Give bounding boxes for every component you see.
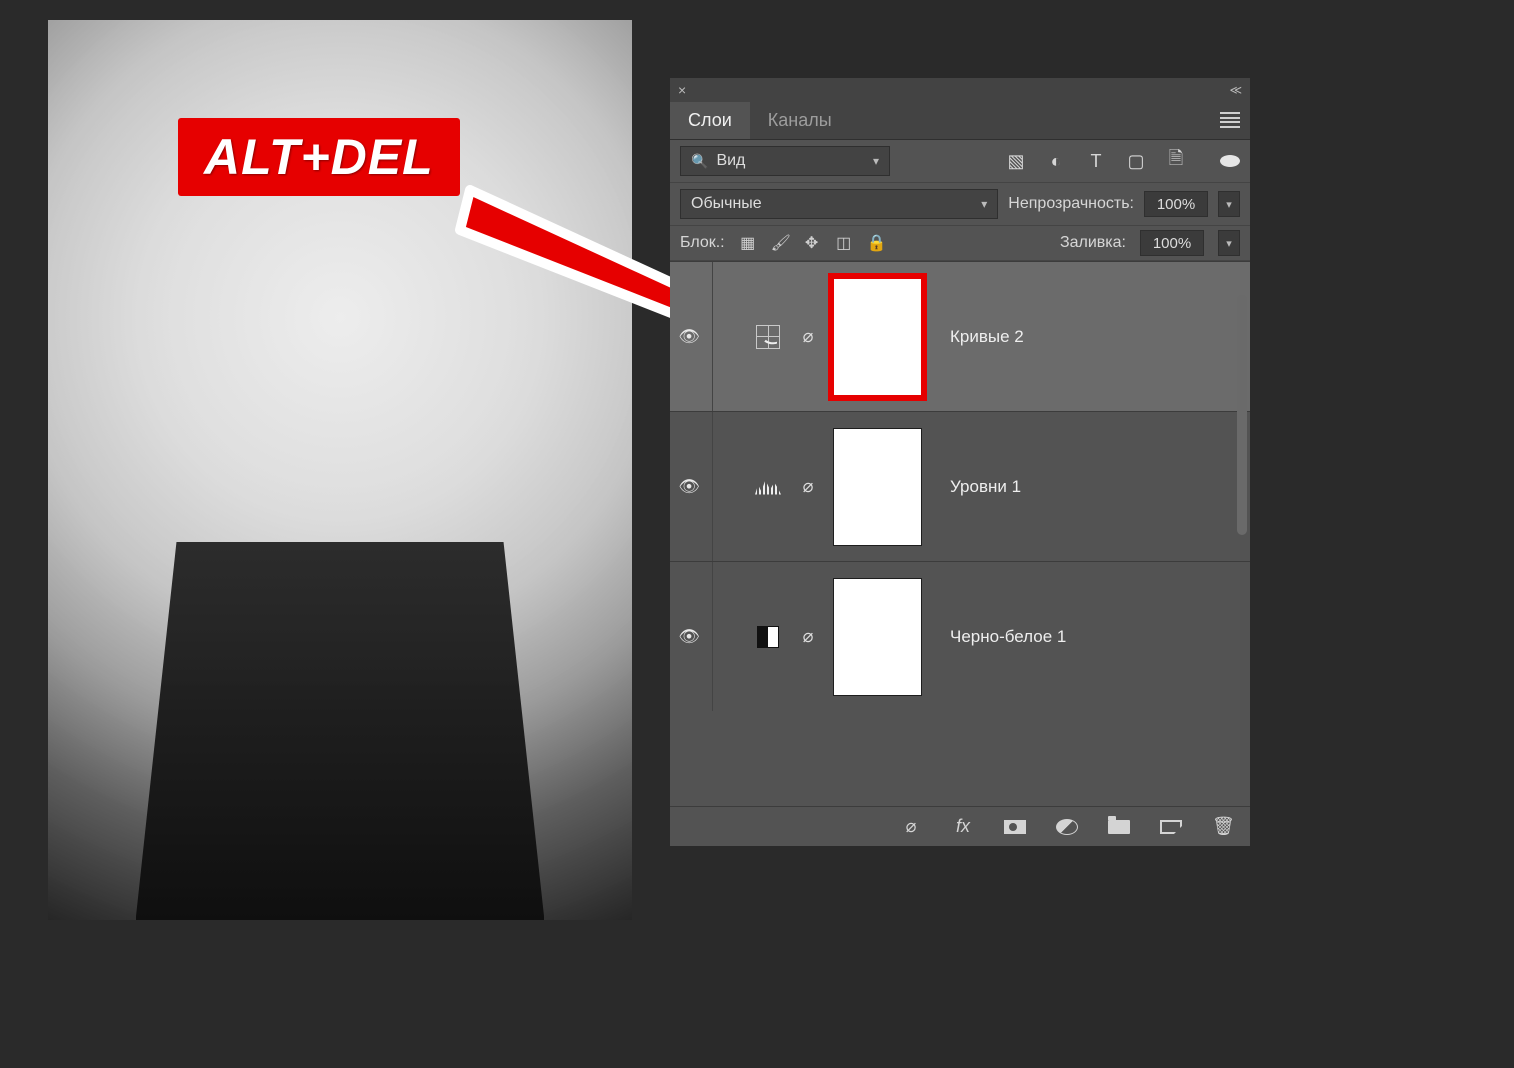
mask-link-icon[interactable]: ⌀ [799,321,817,353]
layer-name[interactable]: Кривые 2 [950,327,1024,347]
layer-filter-icons: ▧ ◐ T ▢ 🗎 [1006,146,1240,176]
panel-titlebar: × ≪ [670,78,1250,102]
new-layer-icon[interactable] [1160,820,1182,834]
filter-type-icon[interactable]: T [1086,151,1106,172]
lock-pixels-icon[interactable]: ▦ [739,233,757,253]
panel-footer: ⌀ fx 🗑 [670,806,1250,846]
filter-toggle[interactable] [1220,155,1240,167]
mask-link-icon[interactable]: ⌀ [799,471,817,503]
fill-label: Заливка: [1060,234,1126,252]
blend-mode-dropdown[interactable]: Обычные ▾ [680,189,998,219]
chevron-down-icon: ▾ [873,154,879,168]
new-adjustment-icon[interactable] [1056,819,1078,835]
shortcut-badge: ALT+DEL [178,118,460,196]
layer-row[interactable]: 👁 ⌀ Уровни 1 [670,411,1250,561]
link-layers-icon[interactable]: ⌀ [900,816,922,837]
layers-list: 👁 ⌀ Кривые 2 👁 ⌀ Уровни 1 👁 ⌀ Черно-бело… [670,261,1250,806]
lock-brush-icon[interactable]: 🖌 [771,233,789,253]
filter-smart-icon[interactable]: 🗎 [1166,146,1186,176]
delete-layer-icon[interactable]: 🗑 [1212,816,1234,837]
chevron-down-icon: ▾ [981,197,987,211]
lock-label: Блок.: [680,234,725,252]
panel-menu-icon[interactable] [1220,112,1240,128]
lock-row: Блок.: ▦ 🖌 ✥ ◫ 🔒 Заливка: 100% ▾ [670,226,1250,261]
filter-adjust-icon[interactable]: ◐ [1046,151,1066,172]
document-canvas[interactable]: ALT+DEL [48,20,632,920]
scrollbar[interactable] [1237,295,1247,535]
layer-filter-row: 🔍 Вид ▾ ▧ ◐ T ▢ 🗎 [670,140,1250,183]
collapse-icon[interactable]: ≪ [1229,83,1242,97]
visibility-eye-icon[interactable]: 👁 [678,327,700,347]
levels-adjustment-icon[interactable] [753,473,783,501]
visibility-eye-icon[interactable]: 👁 [678,477,700,497]
tab-channels[interactable]: Каналы [750,102,850,139]
layer-name[interactable]: Уровни 1 [950,477,1021,497]
search-icon: 🔍 [691,153,708,170]
fx-icon[interactable]: fx [952,816,974,837]
curves-adjustment-icon[interactable] [753,323,783,351]
filter-pixel-icon[interactable]: ▧ [1006,151,1026,172]
layer-row[interactable]: 👁 ⌀ Кривые 2 [670,261,1250,411]
tab-layers[interactable]: Слои [670,102,750,139]
fill-stepper[interactable]: ▾ [1218,230,1240,256]
opacity-stepper[interactable]: ▾ [1218,191,1240,217]
close-icon[interactable]: × [678,82,686,98]
fill-field[interactable]: 100% [1140,230,1204,256]
layer-filter-label: Вид [716,152,745,170]
panel-tabs: Слои Каналы [670,102,1250,140]
layer-mask-thumb[interactable] [833,578,922,696]
add-mask-icon[interactable] [1004,820,1026,834]
lock-position-icon[interactable]: ✥ [803,233,821,253]
opacity-field[interactable]: 100% [1144,191,1208,217]
blend-row: Обычные ▾ Непрозрачность: 100% ▾ [670,183,1250,226]
opacity-label: Непрозрачность: [1008,195,1134,213]
filter-shape-icon[interactable]: ▢ [1126,151,1146,172]
layer-row[interactable]: 👁 ⌀ Черно-белое 1 [670,561,1250,711]
new-group-icon[interactable] [1108,820,1130,834]
lock-artboard-icon[interactable]: ◫ [835,233,853,253]
layer-filter-dropdown[interactable]: 🔍 Вид ▾ [680,146,890,176]
layer-name[interactable]: Черно-белое 1 [950,627,1066,647]
mask-link-icon[interactable]: ⌀ [799,621,817,653]
lock-all-icon[interactable]: 🔒 [867,233,885,253]
layers-panel: × ≪ Слои Каналы 🔍 Вид ▾ ▧ ◐ T ▢ 🗎 Обычны… [670,78,1250,846]
bw-adjustment-icon[interactable] [753,623,783,651]
visibility-eye-icon[interactable]: 👁 [678,627,700,647]
blend-mode-value: Обычные [691,195,762,213]
layer-mask-thumb[interactable] [833,428,922,546]
layer-mask-thumb[interactable] [833,278,922,396]
